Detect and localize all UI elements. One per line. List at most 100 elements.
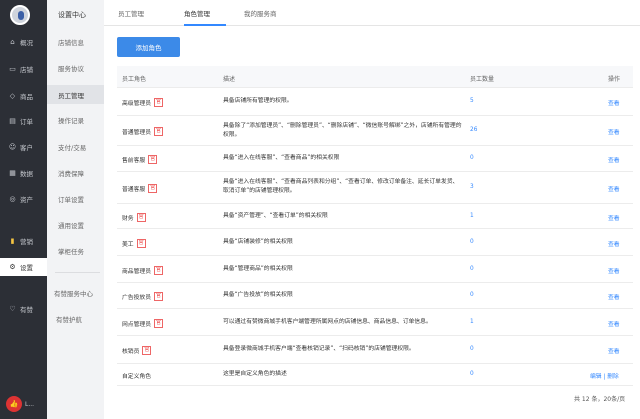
table-row: 美工官 具备“店铺装修”的相关权限 0 查看 [117, 229, 633, 256]
nav-label: 有赞 [20, 306, 33, 314]
staff-count-link[interactable]: 0 [470, 239, 474, 245]
role-description: 可以通过有赞微商城手机客户端管理所属网点的店铺信息、商品信息、订单信息。 [223, 319, 432, 325]
staff-count-link[interactable]: 1 [470, 213, 474, 219]
header-count: 员工数量 [470, 76, 495, 83]
view-button[interactable]: 查看 [608, 213, 620, 222]
role-description: 具备“店铺装修”的相关权限 [223, 239, 293, 245]
view-button[interactable]: 查看 [608, 239, 620, 248]
staff-count-link[interactable]: 0 [470, 155, 474, 161]
nav-label: 营销 [20, 238, 33, 246]
official-badge: 官 [154, 292, 164, 301]
staff-count-link[interactable]: 0 [470, 266, 474, 272]
staff-count-link[interactable]: 1 [470, 319, 474, 325]
subnav-item-general-settings[interactable]: 通用设置 [47, 215, 104, 234]
subnav-item-consumer-protection[interactable]: 消费保障 [47, 163, 104, 182]
tab-my-service-provider[interactable]: 我的服务商 [244, 8, 277, 18]
role-name: 广告投放员官 [122, 292, 164, 301]
subnav-item-escort[interactable]: 有赞护航 [47, 309, 104, 328]
role-description: 具备“管理商品”的相关权限 [223, 266, 293, 272]
subnav-item-logs[interactable]: 操作记录 [47, 110, 104, 129]
table-row: 高级管理员官 具备店铺所有管理的权限。 5 查看 [117, 88, 633, 116]
store-logo[interactable] [10, 5, 30, 25]
view-button[interactable]: 查看 [608, 319, 620, 328]
goods-icon: ◇ [9, 91, 16, 100]
nav-item-goods[interactable]: ◇ 商品 [0, 87, 47, 105]
subnav-item-store-info[interactable]: 店铺信息 [47, 32, 104, 51]
subnav-item-staff[interactable]: 员工管理 [47, 85, 104, 104]
official-badge: 官 [148, 184, 158, 193]
subnav-item-agreement[interactable]: 服务协议 [47, 58, 104, 77]
subnav-divider [55, 272, 100, 273]
staff-count-link[interactable]: 26 [470, 127, 477, 133]
role-name: 普通管理员官 [122, 127, 164, 136]
official-badge: 官 [154, 127, 164, 136]
role-description: 具备除了“添加管理员”、“删除管理员”、“删除店铺”、“微信账号解绑”之外，店铺… [223, 123, 462, 138]
role-description: 具备“进入在线客服”、“查看商品”的相关权限 [223, 155, 340, 161]
official-badge: 官 [148, 155, 158, 164]
subnav-item-service-center[interactable]: 有赞服务中心 [47, 283, 104, 302]
nav-item-shop[interactable]: ▭ 店铺 [0, 60, 47, 78]
staff-count-link[interactable]: 0 [470, 292, 474, 298]
nav-label: 客户 [20, 144, 33, 152]
view-button[interactable]: 查看 [608, 346, 620, 355]
official-badge: 官 [142, 346, 152, 355]
role-description: 具备“进入在线客服”、“查看商品列表和分组”、“查看订单、修改订单备注、延长订单… [223, 179, 459, 194]
view-button[interactable]: 查看 [608, 292, 620, 301]
add-role-button[interactable]: 添加角色 [117, 37, 180, 57]
nav-item-youzan[interactable]: ♡ 有赞 [0, 300, 47, 318]
nav-item-orders[interactable]: ▤ 订单 [0, 112, 47, 130]
nav-item-customers[interactable]: ☺ 客户 [0, 138, 47, 156]
table-row: 财务官 具备“资产管理”、“查看订单”的相关权限 1 查看 [117, 204, 633, 229]
role-name: 财务官 [122, 213, 146, 222]
gear-icon: ⚙ [9, 262, 16, 271]
view-button[interactable]: 查看 [608, 155, 620, 164]
staff-count-link[interactable]: 5 [470, 98, 474, 104]
official-badge: 官 [154, 319, 164, 328]
nav-item-overview[interactable]: ⌂ 概况 [0, 33, 47, 51]
staff-count-link[interactable]: 0 [470, 371, 474, 377]
role-name: 网点管理员官 [122, 319, 164, 328]
tab-role-management[interactable]: 角色管理 [184, 8, 210, 18]
role-label: 网点管理员 [122, 322, 151, 328]
view-button[interactable]: 查看 [608, 184, 620, 193]
role-description: 具备登录微商城手机客户端“查看核销记录”、“扫码核销”的店铺管理权限。 [223, 346, 415, 352]
role-name: 商品管理员官 [122, 266, 164, 275]
table-row: 普通客服官 具备“进入在线客服”、“查看商品列表和分组”、“查看订单、修改订单备… [117, 172, 633, 204]
tab-staff-management[interactable]: 员工管理 [118, 8, 144, 18]
official-badge: 官 [136, 213, 146, 222]
official-badge: 官 [154, 266, 164, 275]
role-label: 广告投放员 [122, 295, 151, 301]
official-badge: 官 [136, 239, 146, 248]
official-badge: 官 [154, 98, 164, 107]
edit-delete-actions[interactable]: 编辑 | 删除 [590, 371, 619, 380]
header-action: 操作 [608, 76, 621, 83]
nav-item-assets[interactable]: ◎ 资产 [0, 190, 47, 208]
subnav-item-order-settings[interactable]: 订单设置 [47, 189, 104, 208]
role-label: 高级管理员 [122, 101, 151, 107]
message-icon[interactable]: 👍 [6, 396, 22, 412]
role-name: 核销员官 [122, 346, 152, 355]
role-label: 财务 [122, 216, 134, 222]
nav-label: 订单 [20, 118, 33, 126]
nav-item-marketing[interactable]: ▮ 营销 [0, 232, 47, 250]
user-name: L... [25, 400, 35, 408]
view-button[interactable]: 查看 [608, 98, 620, 107]
role-label: 售前客服 [122, 158, 146, 164]
staff-count-link[interactable]: 3 [470, 184, 474, 190]
user-icon: ☺ [8, 142, 17, 151]
view-button[interactable]: 查看 [608, 127, 620, 136]
active-tab-indicator [184, 24, 226, 26]
subnav-item-tasks[interactable]: 掌柜任务 [47, 241, 104, 260]
staff-count-link[interactable]: 0 [470, 346, 474, 352]
subnav-item-payment[interactable]: 支付/交易 [47, 137, 104, 156]
table-row: 售前客服官 具备“进入在线客服”、“查看商品”的相关权限 0 查看 [117, 146, 633, 172]
role-name: 自定义角色 [122, 371, 151, 380]
nav-item-settings[interactable]: ⚙ 设置 [0, 258, 47, 276]
nav-label: 店铺 [20, 66, 33, 74]
user-menu[interactable]: 👍 L... [6, 396, 34, 412]
view-button[interactable]: 查看 [608, 266, 620, 275]
nav-item-data[interactable]: ▦ 数据 [0, 164, 47, 182]
like-icon: ♡ [9, 304, 16, 313]
role-description: 具备“广告投放”的相关权限 [223, 292, 293, 298]
nav-label: 概况 [20, 39, 33, 47]
